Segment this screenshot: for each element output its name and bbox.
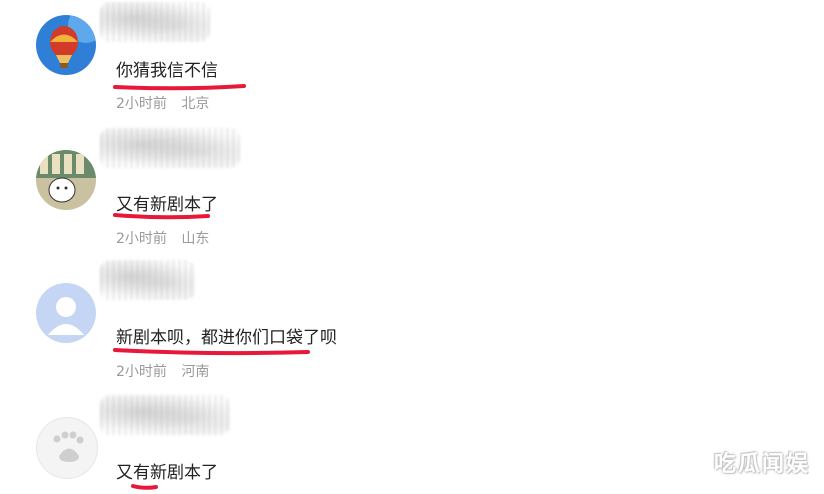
comment-time: 2小时前 xyxy=(116,231,167,247)
comment-location: 河南 xyxy=(181,364,210,380)
comment-item: 又有新剧本了 xyxy=(0,0,824,490)
username-blurred[interactable] xyxy=(100,128,240,168)
baidu-paw-avatar[interactable] xyxy=(36,417,98,479)
watermark-logo: 吃瓜闻娱 xyxy=(713,452,810,477)
username-blurred[interactable] xyxy=(100,395,230,435)
comment-meta: 2小时前 河南 xyxy=(116,361,209,381)
default-user-avatar[interactable] xyxy=(36,283,96,343)
username-blurred[interactable] xyxy=(100,260,195,300)
red-underline-annotation xyxy=(113,348,310,356)
comment-meta: 2小时前 山东 xyxy=(116,228,209,248)
comment-time: 2小时前 xyxy=(116,364,167,380)
cartoon-animal-avatar[interactable] xyxy=(36,150,96,210)
comment-location: 山东 xyxy=(181,231,210,247)
red-underline-annotation xyxy=(113,213,210,220)
